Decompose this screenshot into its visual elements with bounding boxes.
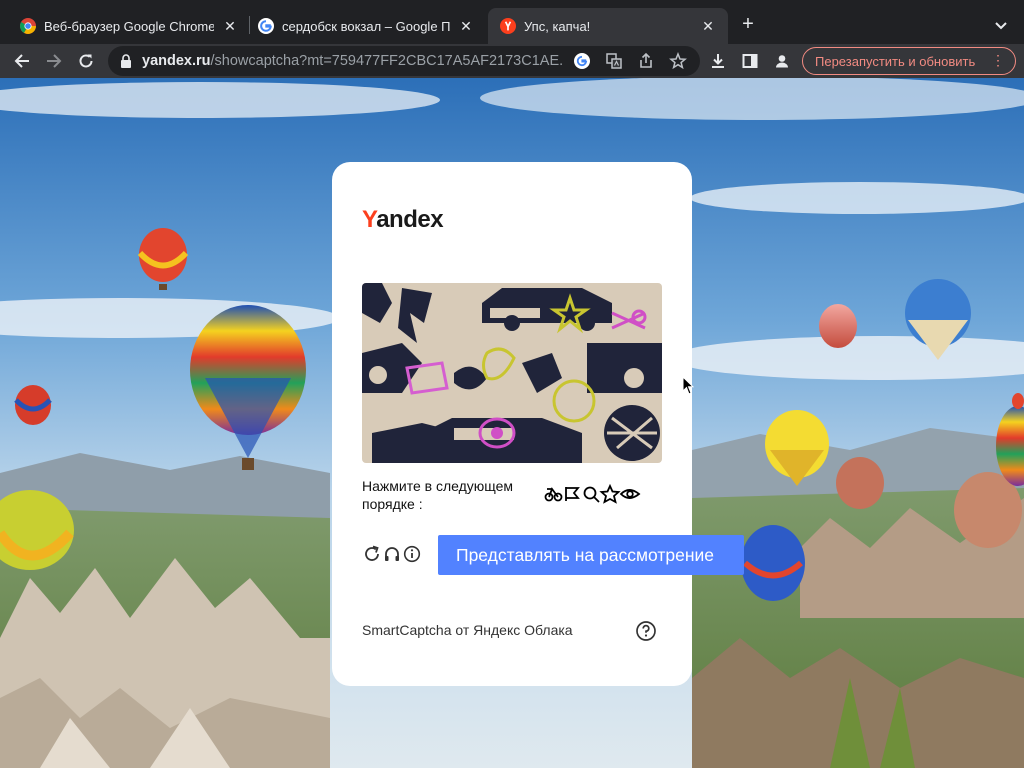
new-tab-icon[interactable]: + — [736, 12, 760, 36]
refresh-icon[interactable] — [362, 544, 382, 564]
chevron-down-icon[interactable] — [990, 14, 1012, 36]
relaunch-label: Перезапустить и обновить — [815, 53, 976, 69]
tab-strip: Веб-браузер Google Chrome ✕ сердобск вок… — [0, 0, 1024, 44]
side-panel-icon[interactable] — [739, 50, 761, 72]
translate-icon[interactable] — [604, 51, 624, 71]
tab-title: Веб-браузер Google Chrome — [44, 18, 214, 34]
logo-rest: andex — [376, 206, 444, 233]
smartcaptcha-footer: SmartCaptcha от Яндекс Облака — [362, 622, 573, 638]
captcha-card: Yandex Нажмите в следующем порядке: Пре… — [332, 162, 744, 686]
instruction-text: Нажмите в следующем порядке : — [362, 478, 514, 512]
tab-chrome-info[interactable]: Веб-браузер Google Chrome ✕ — [0, 8, 250, 44]
relaunch-button[interactable]: Перезапустить и обновить ⋮ — [802, 47, 1016, 75]
flag-icon — [565, 487, 580, 501]
mouse-cursor-icon — [682, 376, 694, 395]
star-icon — [599, 483, 621, 504]
help-icon[interactable] — [635, 620, 657, 642]
bicycle-icon — [544, 487, 563, 502]
close-tab-icon[interactable]: ✕ — [698, 16, 718, 36]
menu-dots-icon[interactable]: ⋮ — [991, 53, 1005, 67]
tab-title: Упс, капча! — [524, 18, 591, 34]
chrome-icon — [20, 18, 36, 34]
submit-button[interactable]: Представлять на рассмотрение — [438, 535, 744, 575]
url-host: yandex.ru — [142, 53, 211, 69]
captcha-image[interactable] — [362, 283, 662, 463]
page-content: Yandex Нажмите в следующем порядке: Пре… — [0, 78, 1024, 768]
lock-icon[interactable] — [120, 54, 132, 73]
profile-icon[interactable] — [771, 50, 793, 72]
back-icon[interactable] — [8, 47, 36, 75]
reload-icon[interactable] — [72, 47, 100, 75]
close-tab-icon[interactable]: ✕ — [456, 16, 476, 36]
google-icon — [258, 18, 274, 34]
close-tab-icon[interactable]: ✕ — [220, 16, 240, 36]
bookmark-star-icon[interactable] — [668, 51, 688, 71]
share-icon[interactable] — [636, 51, 656, 71]
tab-google-search[interactable]: сердобск вокзал – Google Поиск ✕ — [252, 8, 486, 44]
yandex-icon — [500, 18, 516, 34]
address-bar[interactable]: yandex.ru/showcaptcha?mt=759477FF2CBC17A… — [108, 46, 700, 76]
magnifier-icon — [583, 486, 600, 503]
tab-divider — [249, 16, 250, 34]
info-icon[interactable] — [402, 544, 422, 564]
browser-toolbar: yandex.ru/showcaptcha?mt=759477FF2CBC17A… — [0, 44, 1024, 78]
audio-icon[interactable] — [382, 544, 402, 564]
url-path: /showcaptcha?mt=759477FF2CBC17A5AF2173C1… — [210, 53, 563, 69]
tab-title: сердобск вокзал – Google Поиск — [282, 18, 450, 34]
eye-icon — [619, 489, 641, 499]
download-icon[interactable] — [707, 50, 729, 72]
yandex-logo: Yandex — [362, 206, 444, 234]
tab-captcha[interactable]: Упс, капча! ✕ — [488, 8, 728, 44]
sequence-icons — [544, 483, 644, 504]
google-lens-icon[interactable] — [572, 51, 592, 71]
forward-icon[interactable] — [40, 47, 68, 75]
logo-letter-y: Y — [362, 206, 377, 233]
url-text[interactable]: yandex.ru/showcaptcha?mt=759477FF2CBC17A… — [142, 53, 562, 69]
